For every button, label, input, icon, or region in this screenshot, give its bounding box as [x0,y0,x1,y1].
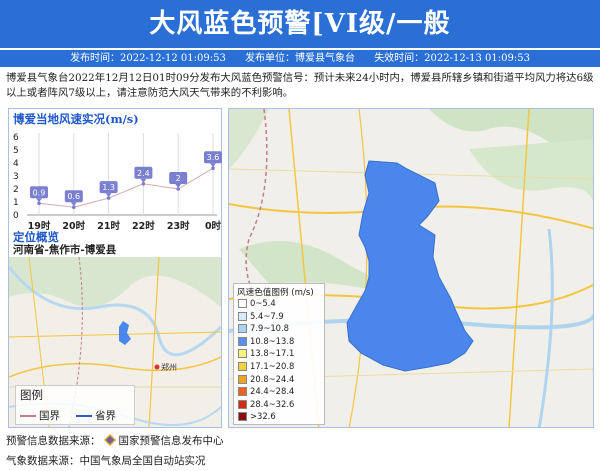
y-tick-label: 2 [13,185,19,195]
footer-weather-source: 气象数据来源：中国气象局全国自动站实况 [6,453,206,468]
wind-scale-row: 10.8~13.8 [238,336,294,347]
wind-scale-row: 0~5.4 [238,298,276,309]
wind-data-label: 0.9 [33,188,46,197]
wind-scale-swatch [238,387,247,397]
wind-scale-label: 17.1~20.8 [250,361,295,371]
wind-scale-title: 风速色值图例 (m/s) [237,288,314,298]
warning-description: 博爱县气象台2022年12月12日01时09分发布大风蓝色预警信号：预计未来24… [6,72,594,99]
wind-scale-legend: 风速色值图例 (m/s) 0~5.4 5.4~7.9 7.9~10.8 10.8~13… [233,283,325,425]
y-tick-label: 5 [13,146,19,156]
wind-title-unit: (m/s) [105,112,139,126]
wind-scale-swatch [238,299,247,308]
expire-time: 失效时间：2022-12-13 01:09:53 [374,53,530,64]
wind-scale-row: 20.8~24.4 [238,374,294,385]
y-tick-label: 4 [13,159,19,169]
footer-warning-source: 预警信息数据来源： 国家预警信息发布中心 [6,433,224,448]
wind-data-label: 0.6 [67,192,80,201]
wind-title-text: 博爱当地风速实况 [13,112,105,126]
wind-scale-swatch [238,412,247,422]
wind-data-label-pointer [70,202,77,207]
wind-data-label-pointer [210,163,216,168]
wind-scale-row: 5.4~7.9 [238,311,284,322]
wind-scale-label: >32.6 [250,411,276,422]
legend-country: 国界 [20,408,60,423]
wind-scale-swatch [238,311,247,321]
legend-title: 图例 [20,388,43,402]
map-city-label: 郑州 [161,362,177,372]
wind-data-label: 1.3 [102,183,115,192]
wind-speed-chart: 012345619时 20时 21时 22时 23时 0时0.9 0.61.32.423.6 [13,133,222,232]
legend-country-label: 国界 [39,410,60,422]
x-tick-label: 21时 [97,220,120,232]
y-tick-label: 1 [13,198,19,208]
wind-scale-swatch [238,349,247,359]
warning-center-logo-icon [103,434,116,446]
warning-source-label: 预警信息数据来源： [6,435,101,447]
weather-source-label: 气象数据来源： [6,455,80,467]
wind-scale-row: 24.4~28.4 [238,386,294,397]
wind-scale-label: 10.8~13.8 [250,335,295,346]
wind-scale-row: >32.6 [238,411,276,422]
warning-source: 国家预警信息发布中心 [118,435,224,447]
wind-scale-row: 28.4~32.6 [238,399,294,410]
wind-data-label-pointer [105,193,112,198]
province-border-line [76,415,92,417]
wind-scale-swatch [238,399,247,409]
wind-scale-swatch [238,374,247,384]
x-tick-label: 20时 [62,220,85,232]
wind-scale-label: 13.8~17.1 [250,348,295,359]
publisher: 发布单位：博爱县气象台 [245,53,355,64]
x-tick-label: 0时 [205,220,222,232]
wind-scale-label: 28.4~32.6 [250,398,295,409]
legend-province-label: 省界 [95,410,116,422]
y-tick-label: 3 [13,172,19,182]
x-tick-label: 23时 [167,220,190,232]
location-path: 河南省-焦作市-博爱县 [13,244,117,256]
warning-meta-bar: 发布时间：2022-12-12 01:09:53 发布单位：博爱县气象台 失效时… [0,50,600,67]
overview-map[interactable]: 郑州 图例 国界 省界 [9,257,221,427]
wind-scale-row: 7.9~10.8 [238,323,289,334]
wind-scale-label: 7.9~10.8 [250,323,289,334]
wind-scale-row: 13.8~17.1 [238,348,294,359]
wind-scale-row: 17.1~20.8 [238,361,294,372]
wind-data-label-pointer [140,178,147,183]
wind-scale-swatch [238,336,247,346]
y-tick-label: 6 [13,133,19,143]
wind-data-label-pointer [36,198,42,203]
wind-scale-swatch [238,362,247,371]
legend-province: 省界 [76,408,116,423]
wind-scale-label: 5.4~7.9 [250,310,284,321]
wind-data-label: 2 [176,174,181,183]
y-tick-label: 0 [13,211,19,221]
wind-scale-swatch [238,324,247,334]
wind-scale-label: 0~5.4 [250,298,276,308]
map-legend: 图例 国界 省界 [15,385,135,425]
wind-data-label: 2.4 [137,169,150,178]
left-panel: 博爱当地风速实况(m/s) 0 1 2 3 4 5 6 19时 20时 21时 22时 23时 0时 0.… [8,108,222,428]
x-tick-label: 22时 [132,220,155,232]
wind-scale-label: 20.8~24.4 [250,373,295,384]
wind-data-label: 3.6 [207,153,220,162]
warning-title: 大风蓝色预警[VI级/一般 [0,0,600,48]
country-border-line [20,415,36,417]
weather-source: 中国气象局全国自动站实况 [79,455,206,467]
wind-scale-label: 24.4~28.4 [250,386,295,397]
publish-time: 发布时间：2022-12-12 01:09:53 [70,53,226,64]
